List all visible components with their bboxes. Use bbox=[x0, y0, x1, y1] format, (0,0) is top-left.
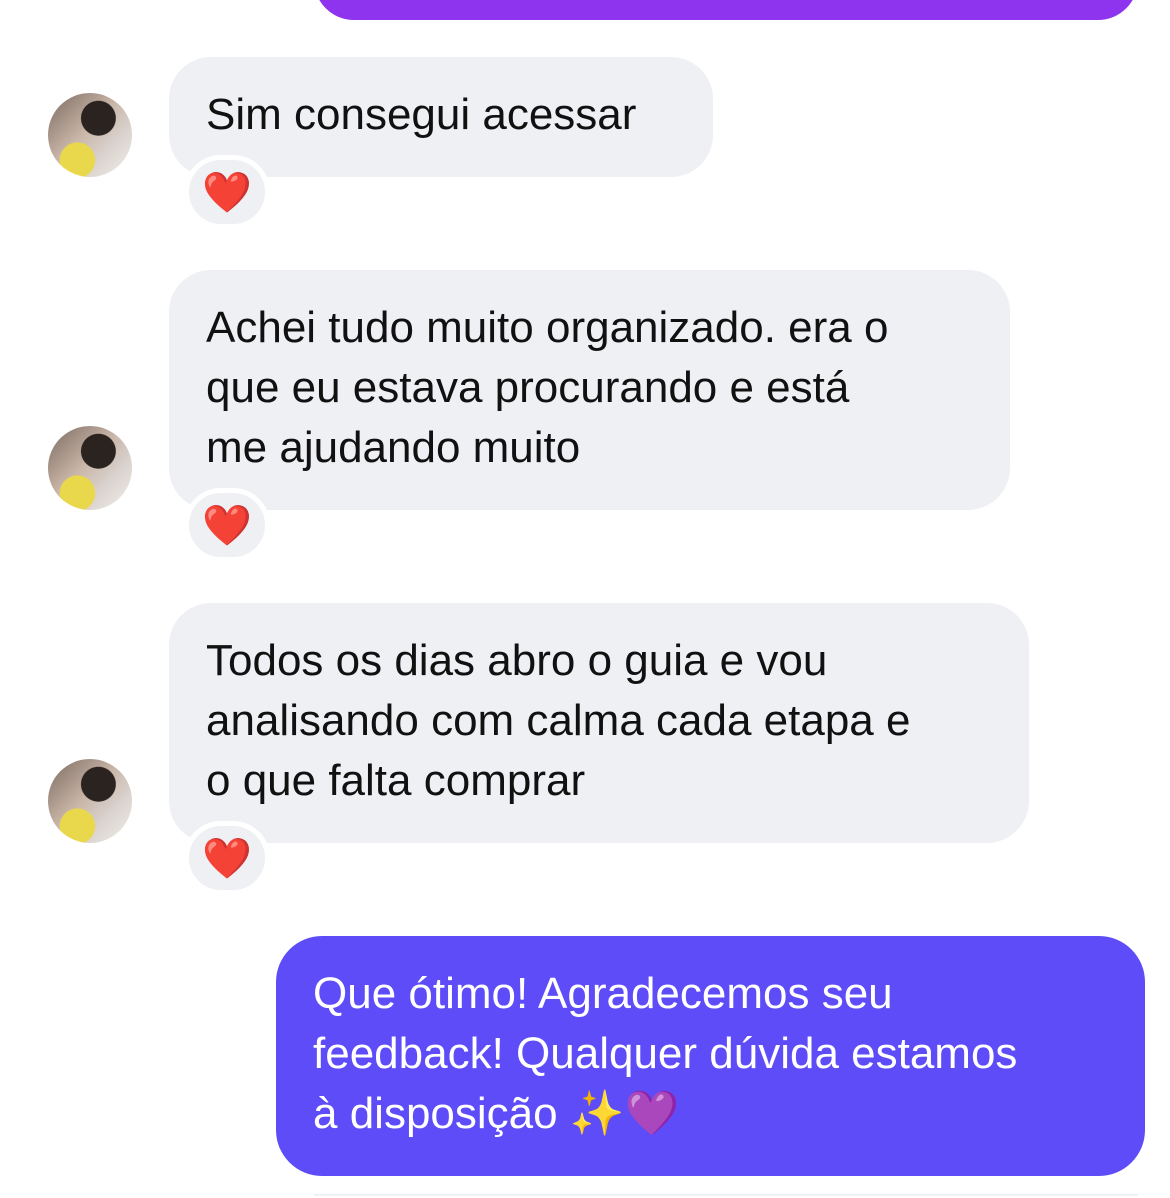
previous-sent-message-bubble[interactable] bbox=[314, 0, 1138, 20]
heart-reaction[interactable]: ❤️ bbox=[184, 155, 270, 229]
heart-icon: ❤️ bbox=[202, 836, 252, 881]
sent-message-line: Que ótimo! Agradecemos seu bbox=[313, 969, 893, 1018]
received-message-bubble[interactable]: Achei tudo muito organizado. era o que e… bbox=[169, 270, 1010, 510]
sparkles-icon: ✨ bbox=[569, 1089, 625, 1138]
divider bbox=[314, 1194, 1138, 1196]
heart-icon: ❤️ bbox=[202, 503, 252, 548]
sent-message-bubble[interactable]: Que ótimo! Agradecemos seu feedback! Qua… bbox=[276, 936, 1145, 1176]
received-message-bubble[interactable]: Todos os dias abro o guia e vou analisan… bbox=[169, 603, 1029, 843]
heart-reaction[interactable]: ❤️ bbox=[184, 821, 270, 895]
sent-message-text: à disposição bbox=[313, 1089, 558, 1138]
sent-message-line: à disposição ✨💜 bbox=[313, 1084, 1109, 1144]
contact-avatar[interactable] bbox=[48, 759, 132, 843]
contact-avatar[interactable] bbox=[48, 93, 132, 177]
heart-icon: ❤️ bbox=[202, 170, 252, 215]
contact-avatar[interactable] bbox=[48, 426, 132, 510]
sent-message-line: feedback! Qualquer dúvida estamos bbox=[313, 1029, 1018, 1078]
purple-heart-icon: 💜 bbox=[624, 1089, 680, 1138]
heart-reaction[interactable]: ❤️ bbox=[184, 488, 270, 562]
